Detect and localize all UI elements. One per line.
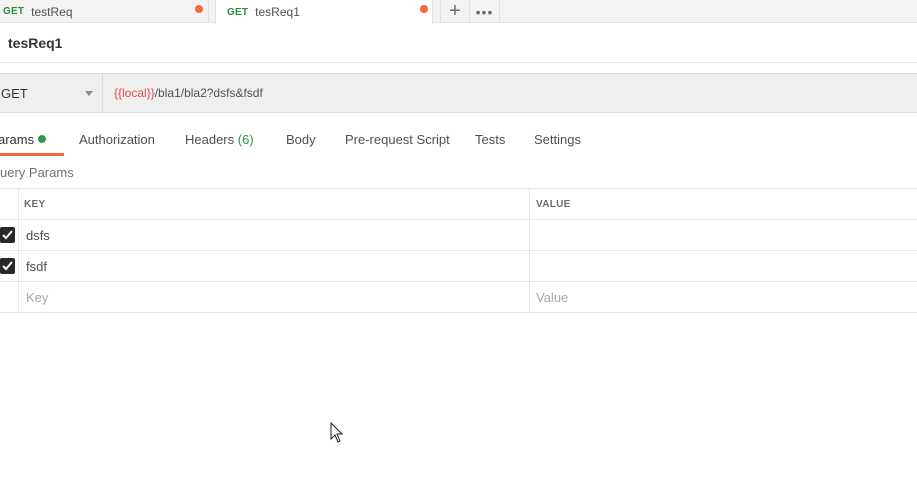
- param-checkbox[interactable]: [0, 227, 15, 243]
- tab-params-label: arams: [0, 132, 35, 147]
- method-value: GET: [1, 85, 28, 101]
- tab-pre-request-script[interactable]: Pre-request Script: [345, 132, 450, 147]
- url-bar: GET {{local}}/bla1/bla2?dsfs&fsdf: [0, 73, 917, 113]
- new-param-value-input[interactable]: Value: [530, 282, 917, 312]
- param-value[interactable]: [530, 251, 917, 281]
- active-tab-underline: [0, 153, 64, 156]
- url-variable: {{local}}: [114, 86, 155, 100]
- new-tab-button[interactable]: +: [440, 0, 470, 23]
- request-title[interactable]: tesReq1: [8, 35, 62, 51]
- param-key[interactable]: dsfs: [19, 220, 530, 250]
- row-check-cell: [0, 251, 19, 281]
- tab-label: testReq: [31, 4, 73, 19]
- tab-pre-request-script-label: Pre-request Script: [345, 132, 450, 147]
- new-param-key-input[interactable]: Key: [19, 282, 530, 312]
- tab-headers[interactable]: Headers (6): [185, 132, 254, 147]
- request-tab-testreq[interactable]: GET testReq: [0, 0, 209, 23]
- request-tabs: arams Authorization Headers (6) Body Pre…: [0, 130, 917, 156]
- query-params-title: uery Params: [0, 165, 74, 180]
- mouse-cursor-icon: [330, 422, 344, 443]
- column-header-value: VALUE: [536, 198, 571, 210]
- tab-strip: GET testReq GET tesReq1 + •••: [0, 0, 917, 24]
- row-check-cell: [0, 282, 19, 312]
- tab-settings-label: Settings: [534, 132, 581, 147]
- plus-icon: +: [449, 0, 461, 22]
- param-checkbox[interactable]: [0, 258, 15, 274]
- tab-label: tesReq1: [255, 5, 300, 19]
- divider: [0, 62, 917, 63]
- tab-method: GET: [227, 6, 249, 18]
- new-param-row: Key Value: [0, 282, 917, 313]
- request-tab-tesreq1[interactable]: GET tesReq1: [215, 0, 433, 24]
- column-header-key: KEY: [19, 189, 530, 219]
- url-path: /bla1/bla2?dsfs&fsdf: [154, 86, 263, 100]
- url-input[interactable]: {{local}}/bla1/bla2?dsfs&fsdf: [103, 74, 917, 112]
- header-check-cell: [0, 189, 19, 219]
- more-tabs-button[interactable]: •••: [470, 0, 500, 23]
- table-row: fsdf: [0, 251, 917, 282]
- headers-count: (6): [237, 132, 254, 147]
- tab-tests[interactable]: Tests: [475, 132, 505, 147]
- row-check-cell: [0, 220, 19, 250]
- method-select[interactable]: GET: [0, 74, 103, 112]
- unsaved-dot-icon: [195, 5, 203, 13]
- tab-authorization-label: Authorization: [79, 132, 155, 147]
- query-params-title-text: uery Params: [0, 165, 74, 180]
- tab-body[interactable]: Body: [286, 132, 316, 147]
- tab-settings[interactable]: Settings: [534, 132, 581, 147]
- tab-params[interactable]: arams: [0, 132, 47, 147]
- table-row: dsfs: [0, 220, 917, 251]
- tab-body-label: Body: [286, 132, 316, 147]
- check-icon: [2, 261, 13, 271]
- tab-method: GET: [3, 6, 25, 17]
- check-icon: [2, 230, 13, 240]
- tab-tests-label: Tests: [475, 132, 506, 147]
- param-value[interactable]: [530, 220, 917, 250]
- chevron-down-icon: [85, 91, 93, 96]
- tab-headers-label: Headers: [185, 132, 235, 147]
- ellipsis-icon: •••: [475, 3, 494, 20]
- table-header-row: KEY VALUE: [0, 188, 917, 220]
- unsaved-dot-icon: [420, 5, 428, 13]
- tab-authorization[interactable]: Authorization: [79, 132, 155, 147]
- param-key[interactable]: fsdf: [19, 251, 530, 281]
- active-params-dot-icon: [38, 135, 47, 143]
